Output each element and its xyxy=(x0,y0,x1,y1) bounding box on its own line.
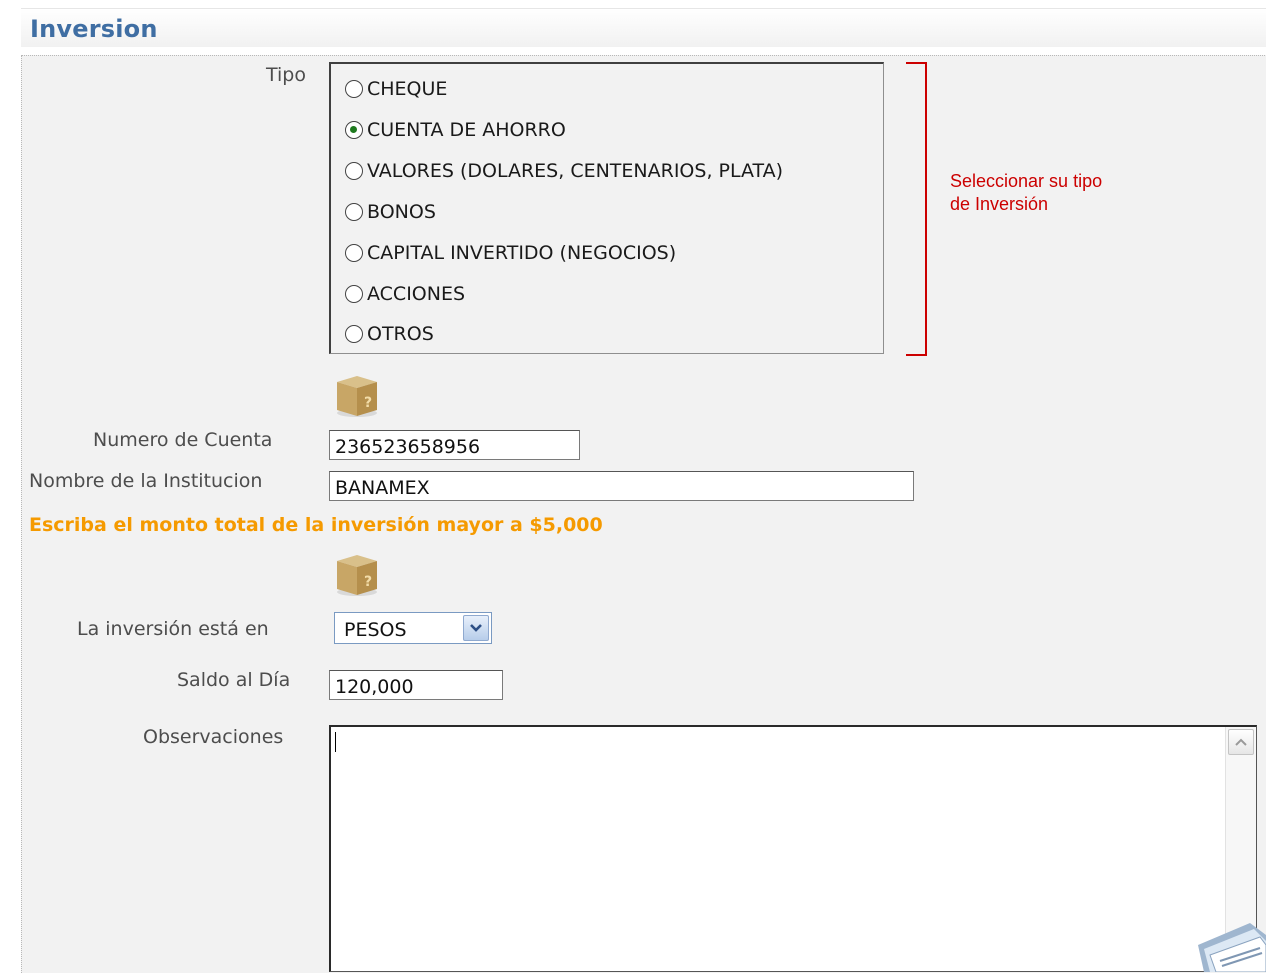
saldo-input[interactable]: 120,000 xyxy=(329,670,503,700)
radio-option-bonos[interactable]: BONOS xyxy=(345,197,436,227)
radio-button-icon[interactable] xyxy=(345,285,363,303)
scroll-up-arrow-icon xyxy=(1235,738,1247,746)
svg-text:?: ? xyxy=(364,395,372,411)
numero-cuenta-input[interactable]: 236523658956 xyxy=(329,430,580,460)
observaciones-textarea[interactable] xyxy=(329,725,1257,972)
help-box-icon[interactable]: ? xyxy=(331,551,381,597)
radio-button-icon[interactable] xyxy=(345,162,363,180)
svg-text:?: ? xyxy=(364,574,372,590)
radio-option-otros[interactable]: OTROS xyxy=(345,319,434,349)
saldo-label: Saldo al Día xyxy=(177,669,291,691)
numero-cuenta-label: Numero de Cuenta xyxy=(93,429,273,451)
monto-warning-text: Escriba el monto total de la inversión m… xyxy=(29,514,603,536)
tipo-annotation: Seleccionar su tipo de Inversión xyxy=(950,170,1102,216)
text-caret xyxy=(335,732,336,752)
tipo-annotation-line: Seleccionar su tipo xyxy=(950,171,1103,191)
moneda-selected-value: PESOS xyxy=(344,619,407,641)
radio-option-label: VALORES (DOLARES, CENTENARIOS, PLATA) xyxy=(367,160,784,182)
tipo-radio-group: CHEQUE CUENTA DE AHORRO VALORES (DOLARES… xyxy=(329,62,884,354)
radio-option-cheque[interactable]: CHEQUE xyxy=(345,74,447,104)
help-box-icon[interactable]: ? xyxy=(331,372,381,418)
moneda-label: La inversión está en xyxy=(77,618,269,640)
radio-button-icon[interactable] xyxy=(345,325,363,343)
radio-button-icon[interactable] xyxy=(345,203,363,221)
radio-option-label: CUENTA DE AHORRO xyxy=(367,119,566,141)
moneda-select[interactable]: PESOS xyxy=(334,612,492,644)
nombre-institucion-label: Nombre de la Institucion xyxy=(29,470,263,492)
tipo-annotation-line: de Inversión xyxy=(950,194,1049,214)
nombre-institucion-input[interactable]: BANAMEX xyxy=(329,471,914,501)
section-title: Inversion xyxy=(30,15,158,43)
annotation-bracket xyxy=(906,62,927,356)
radio-option-label: CAPITAL INVERTIDO (NEGOCIOS) xyxy=(367,242,677,264)
tipo-label: Tipo xyxy=(266,64,306,86)
radio-option-label: CHEQUE xyxy=(367,78,448,100)
radio-option-acciones[interactable]: ACCIONES xyxy=(345,279,465,309)
section-header: Inversion xyxy=(21,8,1266,47)
observaciones-label: Observaciones xyxy=(143,726,284,748)
radio-button-icon[interactable] xyxy=(345,80,363,98)
radio-button-checked-icon[interactable] xyxy=(345,121,363,139)
radio-option-label: ACCIONES xyxy=(367,283,466,305)
radio-option-cuenta-de-ahorro[interactable]: CUENTA DE AHORRO xyxy=(345,115,566,145)
document-stack-icon[interactable] xyxy=(1190,915,1266,972)
radio-button-icon[interactable] xyxy=(345,244,363,262)
radio-option-valores[interactable]: VALORES (DOLARES, CENTENARIOS, PLATA) xyxy=(345,156,783,186)
dropdown-button[interactable] xyxy=(463,615,489,641)
radio-option-capital-invertido[interactable]: CAPITAL INVERTIDO (NEGOCIOS) xyxy=(345,238,676,268)
radio-option-label: BONOS xyxy=(367,201,436,223)
radio-option-label: OTROS xyxy=(367,323,434,345)
chevron-down-icon xyxy=(470,624,482,632)
scroll-up-button[interactable] xyxy=(1228,729,1254,755)
